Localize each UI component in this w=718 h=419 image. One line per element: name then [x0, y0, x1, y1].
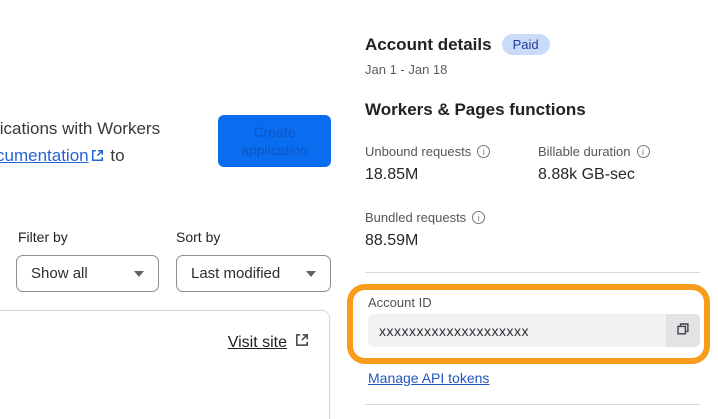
filter-select[interactable]: Show all — [16, 255, 159, 292]
copy-account-id-button[interactable] — [666, 314, 700, 347]
external-link-icon — [295, 333, 309, 352]
filter-by-label: Filter by — [18, 229, 68, 245]
billing-date-range: Jan 1 - Jan 18 — [365, 62, 448, 77]
divider — [365, 404, 700, 405]
billable-duration-label: Billable duration i — [538, 144, 650, 159]
create-button-line1: Create — [253, 124, 296, 140]
unbound-requests-value: 18.85M — [365, 166, 419, 183]
billable-duration-value: 8.88k GB-sec — [538, 166, 635, 183]
account-id-control — [368, 314, 700, 347]
copy-icon — [675, 321, 691, 340]
intro-line1: lications with Workers — [0, 119, 161, 138]
visit-site-link[interactable]: Visit site — [228, 334, 287, 352]
info-icon[interactable]: i — [477, 145, 491, 158]
paid-plan-badge: Paid — [501, 34, 550, 55]
stat-label-text: Unbound requests — [365, 144, 472, 159]
documentation-link[interactable]: cumentation — [0, 146, 89, 165]
functions-section-title: Workers & Pages functions — [365, 100, 586, 119]
chevron-down-icon — [306, 270, 316, 277]
create-application-button[interactable]: Create application — [218, 115, 331, 167]
intro-line2-suffix: to — [110, 146, 125, 165]
stat-label-text: Billable duration — [538, 144, 631, 159]
bundled-requests-label: Bundled requests i — [365, 210, 486, 225]
info-icon[interactable]: i — [636, 145, 650, 158]
chevron-down-icon — [134, 270, 144, 277]
create-button-line2: application — [241, 142, 308, 158]
project-card: Visit site — [0, 310, 330, 419]
stat-label-text: Bundled requests — [365, 210, 467, 225]
sort-selected-value: Last modified — [191, 265, 281, 282]
bundled-requests-value: 88.59M — [365, 232, 419, 249]
account-details-title: Account details — [365, 34, 492, 54]
unbound-requests-label: Unbound requests i — [365, 144, 491, 159]
sort-select[interactable]: Last modified — [176, 255, 331, 292]
intro-paragraph: lications with Workers cumentation to — [0, 115, 160, 170]
filter-selected-value: Show all — [31, 265, 88, 282]
account-id-input[interactable] — [368, 314, 666, 347]
account-id-label: Account ID — [368, 295, 432, 310]
workers-pages-dashboard: lications with Workers cumentation to Cr… — [0, 0, 718, 419]
manage-api-tokens-link[interactable]: Manage API tokens — [368, 370, 489, 386]
info-icon[interactable]: i — [472, 211, 486, 224]
sort-by-label: Sort by — [176, 229, 221, 245]
external-link-icon — [91, 143, 104, 170]
divider — [365, 272, 700, 273]
